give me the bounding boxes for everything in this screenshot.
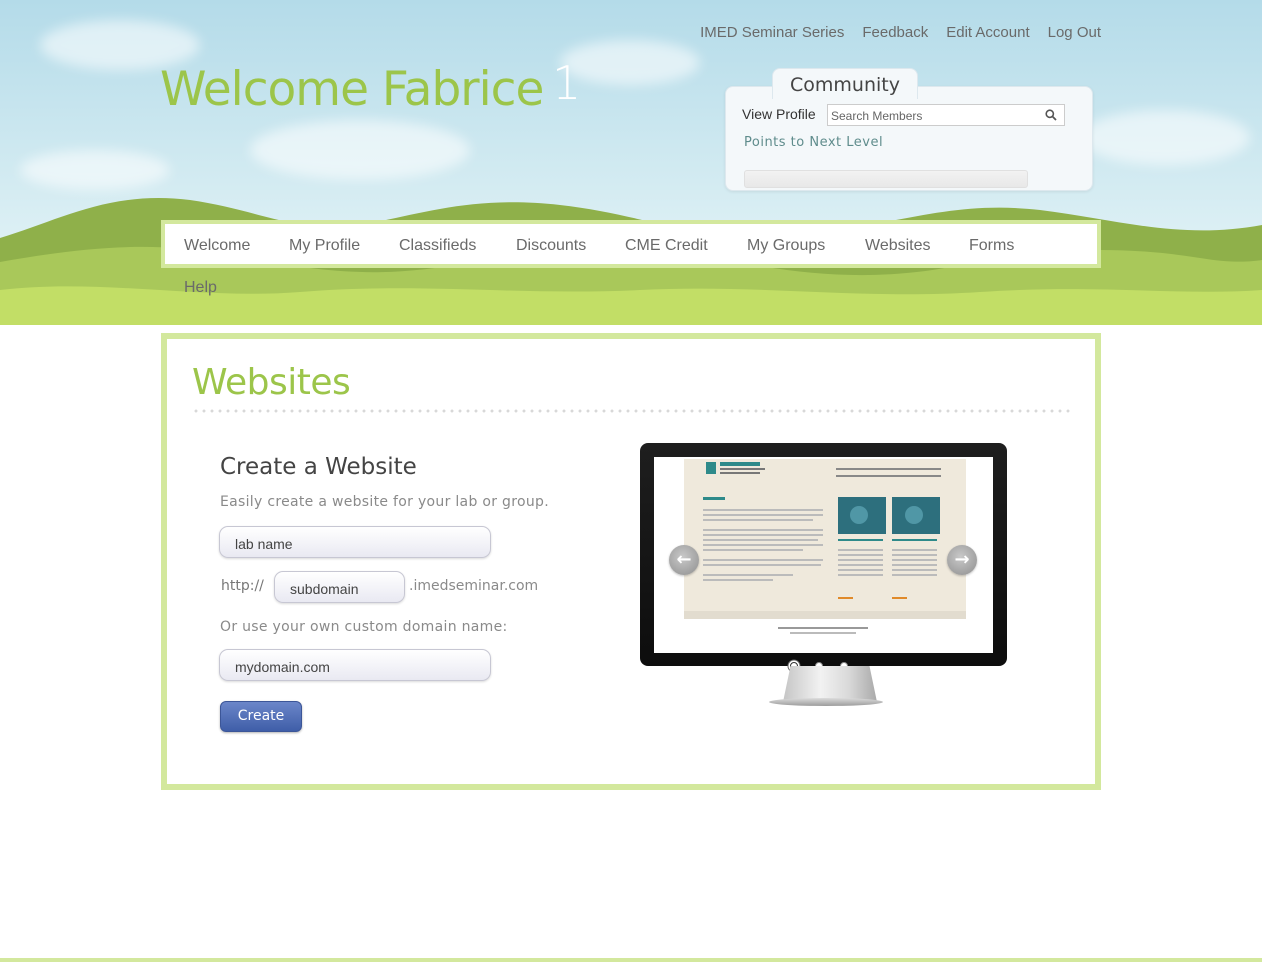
member-search (827, 104, 1065, 126)
search-icon[interactable] (1045, 109, 1057, 121)
level-progress-bar (744, 170, 1028, 188)
nav-classifieds[interactable]: Classifieds (399, 237, 476, 255)
view-profile-link[interactable]: View Profile (742, 106, 816, 122)
points-to-next-level-label: Points to Next Level (744, 135, 884, 150)
welcome-heading: Welcome Fabrice (160, 62, 544, 117)
top-nav-log-out[interactable]: Log Out (1048, 24, 1101, 41)
monitor-stand-base (769, 698, 883, 706)
search-members-input[interactable] (831, 107, 1036, 125)
website-preview-screen (654, 457, 993, 653)
subdomain-field (274, 571, 405, 603)
nav-discounts[interactable]: Discounts (516, 237, 586, 255)
dotted-divider (192, 409, 1070, 413)
lab-name-input[interactable] (235, 536, 483, 552)
level-number: 1 (552, 56, 582, 110)
custom-domain-field (219, 649, 491, 681)
page-title: Websites (192, 362, 351, 403)
top-nav-imed-seminar-series[interactable]: IMED Seminar Series (700, 24, 844, 41)
http-prefix: http:// (221, 578, 264, 594)
nav-forms[interactable]: Forms (969, 237, 1014, 255)
nav-websites[interactable]: Websites (865, 237, 931, 255)
custom-domain-label: Or use your own custom domain name: (220, 619, 508, 635)
create-button[interactable]: Create (220, 701, 302, 732)
subdomain-input[interactable] (290, 581, 397, 597)
domain-suffix: .imedseminar.com (409, 578, 539, 594)
create-website-subtitle: Easily create a website for your lab or … (220, 494, 549, 510)
carousel-prev-icon[interactable]: ← (669, 545, 699, 575)
top-nav-edit-account[interactable]: Edit Account (946, 24, 1029, 41)
community-title: Community (772, 68, 918, 99)
lab-name-field (219, 526, 491, 558)
footer-divider (0, 958, 1262, 962)
nav-welcome[interactable]: Welcome (184, 237, 250, 255)
top-nav: IMED Seminar Series Feedback Edit Accoun… (700, 24, 1101, 41)
carousel-next-icon[interactable]: → (947, 545, 977, 575)
nav-help[interactable]: Help (184, 279, 217, 297)
monitor-stand (783, 666, 877, 702)
custom-domain-input[interactable] (235, 659, 483, 675)
nav-my-groups[interactable]: My Groups (747, 237, 825, 255)
main-nav: Welcome My Profile Classifieds Discounts… (161, 220, 1101, 268)
top-nav-feedback[interactable]: Feedback (862, 24, 928, 41)
nav-cme-credit[interactable]: CME Credit (625, 237, 708, 255)
create-website-title: Create a Website (220, 454, 417, 480)
nav-my-profile[interactable]: My Profile (289, 237, 360, 255)
website-preview-image (684, 459, 966, 634)
